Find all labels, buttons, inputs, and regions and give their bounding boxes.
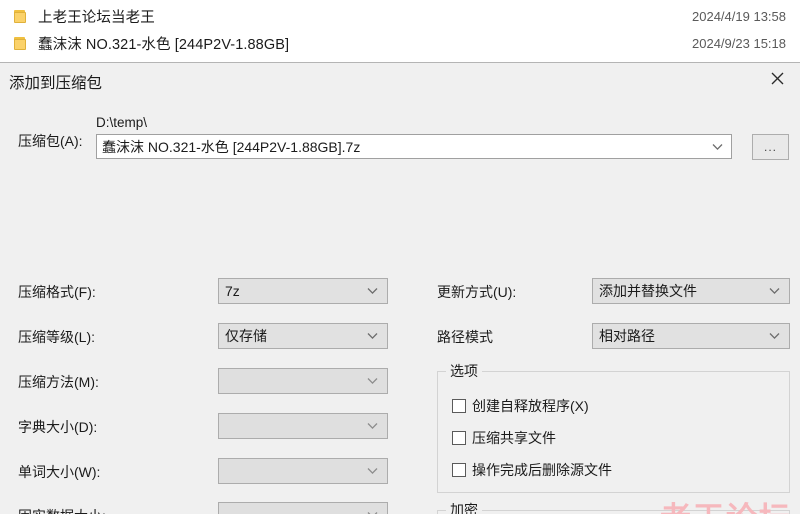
close-icon bbox=[771, 72, 783, 85]
checkbox-compress-shared-files[interactable]: 压缩共享文件 bbox=[452, 428, 556, 448]
dialog-body: 压缩包(A): D:\temp\ 蠢沫沫 NO.321-水色 [244P2V-1… bbox=[0, 98, 800, 514]
field-label-update-mode: 更新方式(U): bbox=[437, 284, 517, 300]
chevron-down-icon bbox=[367, 333, 378, 340]
path-mode-value: 相对路径 bbox=[599, 328, 655, 344]
compression-level-value: 仅存储 bbox=[225, 328, 267, 344]
archive-label: 压缩包(A): bbox=[18, 133, 83, 149]
chevron-down-icon bbox=[769, 333, 780, 340]
dialog-title: 添加到压缩包 bbox=[9, 75, 103, 92]
archive-path: D:\temp\ bbox=[96, 115, 148, 130]
checkbox-label: 压缩共享文件 bbox=[472, 430, 556, 446]
options-groupbox-title: 选项 bbox=[446, 364, 482, 378]
update-mode-combo[interactable]: 添加并替换文件 bbox=[592, 278, 790, 304]
archive-name-value: 蠢沫沫 NO.321-水色 [244P2V-1.88GB].7z bbox=[102, 138, 361, 155]
update-mode-value: 添加并替换文件 bbox=[599, 283, 697, 299]
field-label-dictionary-size: 字典大小(D): bbox=[18, 419, 98, 435]
archive-name-input[interactable]: 蠢沫沫 NO.321-水色 [244P2V-1.88GB].7z bbox=[96, 134, 732, 159]
compression-format-combo[interactable]: 7z bbox=[218, 278, 388, 304]
chevron-down-icon bbox=[367, 378, 378, 385]
checkbox-create-sfx[interactable]: 创建自释放程序(X) bbox=[452, 396, 589, 416]
compression-level-combo[interactable]: 仅存储 bbox=[218, 323, 388, 349]
file-list-row[interactable]: 蠢沫沫 NO.321-水色 [244P2V-1.88GB] 2024/9/23 … bbox=[0, 30, 800, 57]
checkbox-box bbox=[452, 463, 466, 477]
field-label-path-mode: 路径模式 bbox=[437, 329, 493, 345]
compression-method-combo[interactable] bbox=[218, 368, 388, 394]
chevron-down-icon bbox=[367, 468, 378, 475]
field-label-word-size: 单词大小(W): bbox=[18, 464, 101, 480]
screen: 上老王论坛当老王 2024/4/19 13:58 蠢沫沫 NO.321-水色 [… bbox=[0, 0, 800, 514]
dictionary-size-combo[interactable] bbox=[218, 413, 388, 439]
field-label-solid-block-size: 固实数据大小: bbox=[18, 507, 106, 514]
chevron-down-icon bbox=[712, 143, 723, 150]
path-mode-combo[interactable]: 相对路径 bbox=[592, 323, 790, 349]
solid-block-size-combo[interactable] bbox=[218, 502, 388, 514]
folder-icon bbox=[14, 9, 27, 24]
field-label-compression-format: 压缩格式(F): bbox=[18, 284, 96, 300]
word-size-combo[interactable] bbox=[218, 458, 388, 484]
field-label-compression-level: 压缩等级(L): bbox=[18, 329, 95, 345]
browse-button[interactable]: ... bbox=[752, 134, 789, 160]
chevron-down-icon bbox=[769, 288, 780, 295]
add-to-archive-dialog: 添加到压缩包 压缩包(A): D:\temp\ 蠢沫沫 NO.321-水色 [2… bbox=[0, 62, 800, 514]
file-name: 蠢沫沫 NO.321-水色 [244P2V-1.88GB] bbox=[38, 37, 290, 53]
file-list-row[interactable]: 上老王论坛当老王 2024/4/19 13:58 bbox=[0, 3, 800, 30]
folder-icon bbox=[14, 36, 27, 51]
field-label-compression-method: 压缩方法(M): bbox=[18, 374, 99, 390]
chevron-down-icon bbox=[367, 288, 378, 295]
checkbox-label: 创建自释放程序(X) bbox=[472, 398, 589, 414]
close-button[interactable] bbox=[754, 63, 800, 94]
checkbox-box bbox=[452, 431, 466, 445]
dialog-titlebar: 添加到压缩包 bbox=[0, 63, 800, 98]
file-list: 上老王论坛当老王 2024/4/19 13:58 蠢沫沫 NO.321-水色 [… bbox=[0, 0, 800, 62]
file-date: 2024/9/23 15:18 bbox=[692, 36, 786, 51]
chevron-down-icon bbox=[367, 423, 378, 430]
file-date: 2024/4/19 13:58 bbox=[692, 9, 786, 24]
checkbox-delete-after[interactable]: 操作完成后删除源文件 bbox=[452, 460, 612, 480]
file-name: 上老王论坛当老王 bbox=[38, 10, 155, 26]
checkbox-label: 操作完成后删除源文件 bbox=[472, 462, 612, 478]
encryption-groupbox bbox=[437, 510, 790, 514]
compression-format-value: 7z bbox=[225, 283, 240, 299]
encryption-groupbox-title: 加密 bbox=[446, 503, 482, 514]
checkbox-box bbox=[452, 399, 466, 413]
